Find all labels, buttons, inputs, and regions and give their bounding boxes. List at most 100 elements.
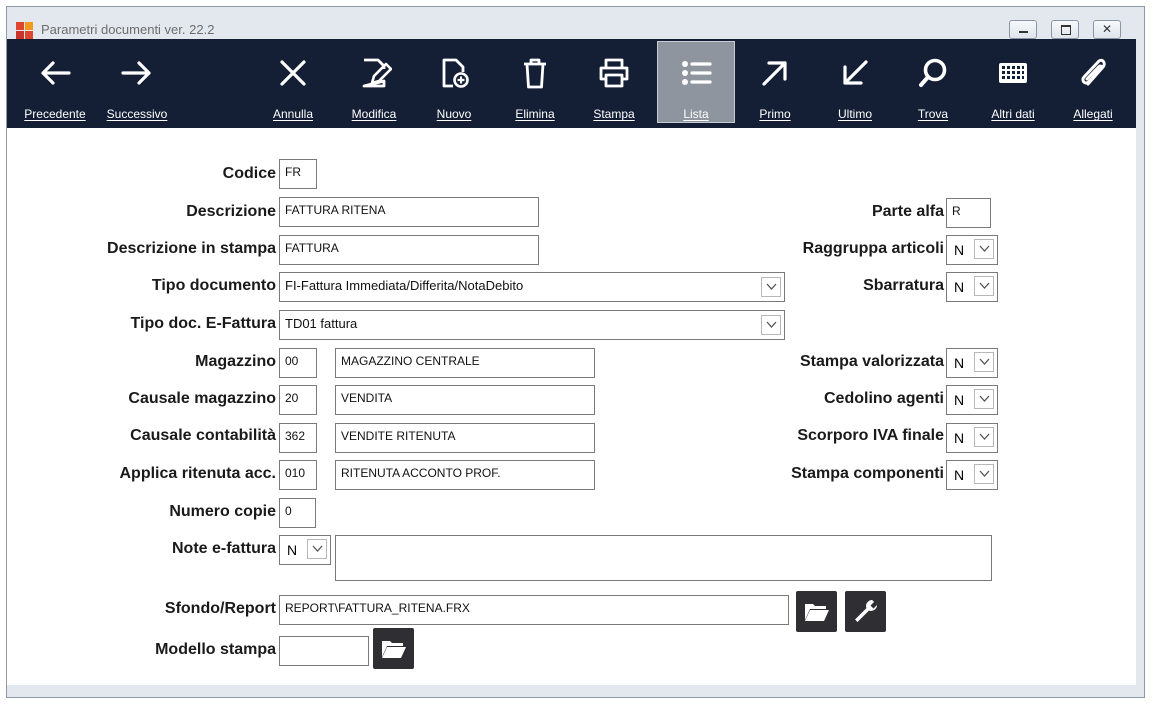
printer-icon [599,58,629,88]
parte-alfa-input[interactable]: R [946,198,991,228]
scorporo-iva-label: Scorporo IVA finale [797,427,944,444]
stampa-valorizzata-select[interactable]: N [946,348,998,378]
magazzino-desc-field: MAGAZZINO CENTRALE [335,348,595,378]
wrench-icon [855,600,877,622]
chevron-down-icon[interactable] [974,352,994,372]
causale-magazzino-desc-field: VENDITA [335,385,595,415]
toolbar-label: Elimina [515,107,555,121]
toolbar-button-precedente[interactable]: Precedente [15,39,95,128]
causale-contabilita-desc-field: VENDITE RITENUTA [335,423,595,453]
close-icon: ✕ [1102,22,1113,36]
toolbar-button-lista[interactable]: Lista [657,41,735,123]
app-logo-icon [16,22,33,39]
toolbar-label: Trova [917,107,949,121]
sfondo-report-input[interactable]: REPORT\FATTURA_RITENA.FRX [279,595,789,625]
tipo-doc-efattura-label: Tipo doc. E-Fattura [130,315,276,332]
toolbar-label: Nuovo [436,107,472,121]
toolbar-button-annulla[interactable]: Annulla [255,39,331,128]
tipo-documento-label: Tipo documento [151,277,276,294]
codice-label: Codice [222,165,276,182]
stampa-componenti-select[interactable]: N [946,460,998,490]
chevron-down-icon[interactable] [974,239,994,259]
causale-magazzino-code-input[interactable]: 20 [279,385,317,415]
chevron-down-icon[interactable] [974,389,994,409]
magazzino-code-input[interactable]: 00 [279,348,317,378]
descrizione-stampa-input[interactable]: FATTURA [279,235,539,265]
descrizione-stampa-label: Descrizione in stampa [107,240,276,257]
modello-stampa-input[interactable] [279,636,369,666]
codice-input[interactable]: FR [279,159,317,189]
numero-copie-label: Numero copie [169,503,276,520]
stampa-valorizzata-label: Stampa valorizzata [799,353,944,370]
stampa-componenti-label: Stampa componenti [791,465,944,482]
toolbar-button-ultimo[interactable]: Ultimo [817,39,893,128]
toolbar-button-allegati[interactable]: Allegati [1055,39,1131,128]
toolbar-button-successivo[interactable]: Successivo [97,39,177,128]
window-title: Parametri documenti ver. 22.2 [41,22,215,37]
toolbar-label: Primo [759,107,791,121]
toolbar-button-elimina[interactable]: Elimina [497,39,573,128]
toolbar-label: Successivo [106,107,168,121]
toolbar-label: Ultimo [837,107,872,121]
browse-folder-button[interactable] [796,591,837,632]
close-icon [280,60,306,86]
numero-copie-input[interactable]: 0 [279,498,316,528]
raggruppa-articoli-select[interactable]: N [946,235,998,265]
applica-ritenuta-code-input[interactable]: 010 [279,460,317,490]
toolbar-button-altri-dati[interactable]: Altri dati [975,39,1051,128]
sbarratura-select[interactable]: N [946,272,998,302]
trash-icon [524,58,546,89]
minimize-button[interactable] [1009,20,1037,39]
toolbar-label: Allegati [1073,107,1113,121]
cedolino-agenti-select[interactable]: N [946,385,998,415]
chevron-down-icon[interactable] [974,427,994,447]
parte-alfa-label: Parte alfa [871,203,944,220]
chevron-down-icon[interactable] [761,277,781,297]
chevron-down-icon[interactable] [307,539,327,559]
toolbar-button-modifica[interactable]: Modifica [336,39,412,128]
note-efattura-textarea[interactable] [335,535,992,581]
toolbar-button-nuovo[interactable]: Nuovo [416,39,492,128]
close-window-button[interactable]: ✕ [1093,20,1121,39]
toolbar-label: Stampa [593,107,635,121]
tipo-documento-select[interactable]: FI-Fattura Immediata/Differita/NotaDebit… [279,272,785,302]
modello-stampa-label: Modello stampa [155,641,276,658]
maximize-button[interactable] [1051,20,1079,39]
arrow-left-icon [41,61,71,85]
descrizione-label: Descrizione [186,203,276,220]
edit-icon [362,58,392,88]
scorporo-iva-select[interactable]: N [946,423,998,453]
sfondo-report-label: Sfondo/Report [164,600,276,617]
browse-modello-button[interactable] [373,628,414,669]
toolbar-label: Lista [683,107,709,121]
tipo-doc-efattura-select[interactable]: TD01 fattura [279,310,785,340]
arrow-right-icon [121,61,151,85]
paperclip-icon [1081,58,1106,86]
toolbar-button-stampa[interactable]: Stampa [576,39,652,128]
report-settings-button[interactable] [845,591,886,632]
note-efattura-label: Note e-fattura [171,540,276,557]
toolbar-label: Altri dati [991,107,1035,121]
chevron-down-icon[interactable] [974,276,994,296]
toolbar-button-trova[interactable]: Trova [895,39,971,128]
search-icon [919,58,947,87]
descrizione-input[interactable]: FATTURA RITENA [279,197,539,227]
causale-contabilita-label: Causale contabilità [130,427,276,444]
applica-ritenuta-desc-field: RITENUTA ACCONTO PROF. [335,460,595,490]
note-efattura-select[interactable]: N [279,535,331,565]
toolbar-label: Annulla [272,107,314,121]
cedolino-agenti-label: Cedolino agenti [824,390,944,407]
causale-contabilita-code-input[interactable]: 362 [279,423,317,453]
folder-open-icon [805,604,829,621]
raggruppa-articoli-label: Raggruppa articoli [802,240,944,257]
toolbar: Precedente Successivo Annulla Modifica N… [7,39,1136,128]
arrow-down-left-icon [843,60,868,85]
form-panel: Codice FR Descrizione FATTURA RITENA Des… [7,128,1136,685]
keypad-icon [999,63,1027,83]
toolbar-button-primo[interactable]: Primo [737,39,813,128]
toolbar-label: Modifica [351,107,397,121]
chevron-down-icon[interactable] [974,464,994,484]
chevron-down-icon[interactable] [761,315,781,335]
list-icon [682,61,712,85]
tipo-documento-value: FI-Fattura Immediata/Differita/NotaDebit… [285,278,524,293]
